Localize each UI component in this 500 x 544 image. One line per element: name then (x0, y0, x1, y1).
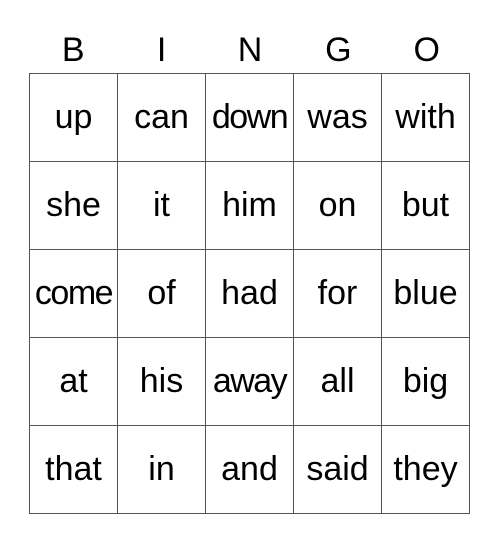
bingo-cell[interactable]: at (29, 337, 118, 426)
header-letter-g: G (325, 31, 352, 69)
bingo-header: B I N G O (29, 28, 471, 72)
bingo-cell[interactable]: had (205, 249, 294, 338)
bingo-cell[interactable]: and (205, 425, 294, 514)
bingo-cell[interactable]: but (381, 161, 470, 250)
bingo-cell[interactable]: on (293, 161, 382, 250)
bingo-cell[interactable]: can (117, 73, 206, 162)
header-letter-i: I (156, 31, 167, 69)
bingo-cell[interactable]: she (29, 161, 118, 250)
bingo-cell[interactable]: of (117, 249, 206, 338)
grid-row: at his away all big (29, 337, 470, 426)
bingo-cell[interactable]: it (117, 161, 206, 250)
bingo-cell[interactable]: come (29, 249, 118, 338)
grid-row: she it him on but (29, 161, 470, 250)
grid-row: up can down was with (29, 73, 470, 162)
bingo-cell[interactable]: in (117, 425, 206, 514)
grid-row: that in and said they (29, 425, 470, 514)
bingo-cell[interactable]: with (381, 73, 470, 162)
bingo-grid: up can down was with she it him on but c… (29, 73, 470, 514)
bingo-cell[interactable]: they (381, 425, 470, 514)
bingo-cell[interactable]: that (29, 425, 118, 514)
bingo-cell[interactable]: down (205, 73, 294, 162)
bingo-cell[interactable]: was (293, 73, 382, 162)
bingo-cell[interactable]: blue (381, 249, 470, 338)
header-letter-o: O (413, 31, 440, 69)
bingo-cell[interactable]: away (205, 337, 294, 426)
bingo-cell[interactable]: for (293, 249, 382, 338)
bingo-cell[interactable]: his (117, 337, 206, 426)
header-letter-n: N (237, 31, 263, 69)
header-letter-b: B (61, 31, 85, 69)
bingo-cell[interactable]: big (381, 337, 470, 426)
bingo-cell[interactable]: said (293, 425, 382, 514)
bingo-cell[interactable]: up (29, 73, 118, 162)
bingo-cell[interactable]: all (293, 337, 382, 426)
bingo-cell[interactable]: him (205, 161, 294, 250)
grid-row: come of had for blue (29, 249, 470, 338)
